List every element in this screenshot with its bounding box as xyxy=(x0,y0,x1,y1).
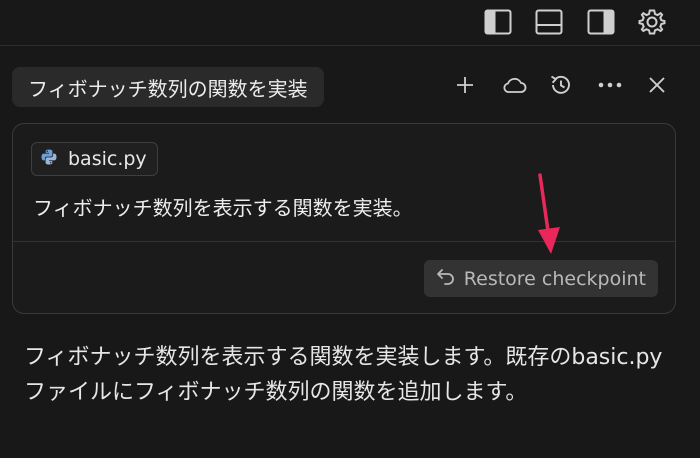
chat-header: フィボナッチ数列の関数を実装 xyxy=(0,46,700,124)
chat-title-tab[interactable]: フィボナッチ数列の関数を実装 xyxy=(12,67,324,107)
restore-checkpoint-button[interactable]: Restore checkpoint xyxy=(423,260,658,297)
plus-icon[interactable] xyxy=(448,68,482,102)
card-divider xyxy=(13,241,675,242)
gear-icon[interactable] xyxy=(636,6,668,38)
cloud-icon[interactable] xyxy=(497,68,531,102)
close-icon[interactable] xyxy=(640,68,674,102)
history-icon[interactable] xyxy=(544,68,578,102)
top-toolbar xyxy=(0,0,700,46)
python-icon xyxy=(40,148,58,171)
toggle-bottom-panel-icon[interactable] xyxy=(533,6,565,38)
toggle-left-sidebar-icon[interactable] xyxy=(482,6,514,38)
toggle-right-sidebar-icon[interactable] xyxy=(585,6,617,38)
user-message-card: basic.py フィボナッチ数列を表示する関数を実装。 Restore che… xyxy=(12,123,676,314)
user-message-text: フィボナッチ数列を表示する関数を実装。 xyxy=(33,196,413,220)
assistant-response-text: フィボナッチ数列を表示する関数を実装します。既存のbasic.pyファイルにフィ… xyxy=(24,345,663,405)
file-chip-label: basic.py xyxy=(68,148,147,170)
more-icon[interactable] xyxy=(593,68,627,102)
file-chip[interactable]: basic.py xyxy=(31,142,158,176)
undo-arrow-icon xyxy=(436,267,456,290)
restore-checkpoint-label: Restore checkpoint xyxy=(463,267,646,290)
